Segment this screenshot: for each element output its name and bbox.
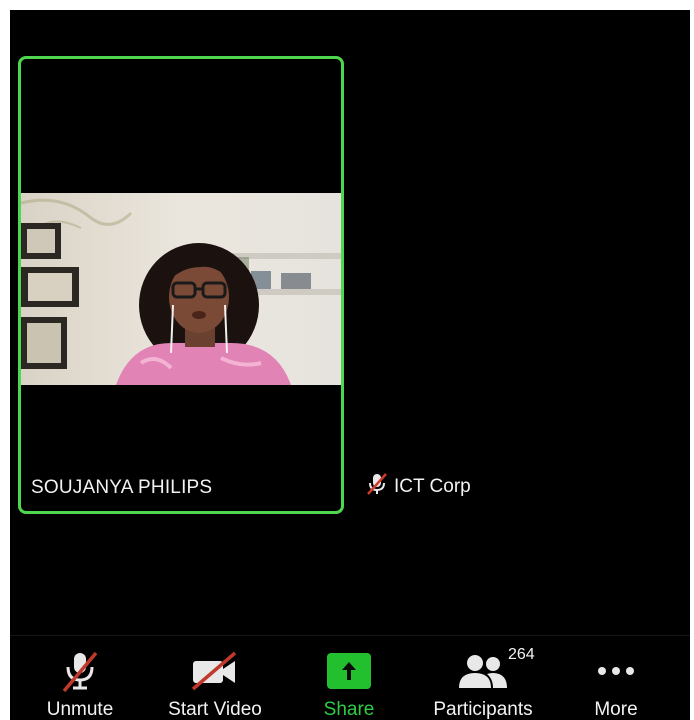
meeting-screen: SOUJANYA PHILIPS ICT Corp Unmute Start V…: [10, 10, 690, 720]
participant-video-feed: [21, 193, 341, 385]
unmute-label: Unmute: [46, 699, 114, 720]
start-video-button[interactable]: Start Video: [160, 636, 270, 720]
mic-muted-icon: [366, 472, 394, 502]
participant-tile[interactable]: ICT Corp: [358, 56, 678, 514]
participant-name-label: ICT Corp: [394, 476, 471, 497]
participants-icon: [451, 646, 515, 696]
share-label: Share: [323, 699, 375, 720]
start-video-label: Start Video: [168, 699, 262, 720]
share-button[interactable]: Share: [316, 636, 382, 720]
meeting-toolbar: Unmute Start Video Share 264 Participant…: [10, 635, 690, 720]
participant-name-row: ICT Corp: [366, 472, 471, 502]
share-arrow-icon: [327, 653, 371, 689]
participants-label: Participants: [433, 699, 533, 720]
unmute-button[interactable]: Unmute: [40, 636, 120, 720]
share-icon-wrap: [317, 646, 381, 696]
video-off-icon: [183, 646, 247, 696]
participants-button[interactable]: 264 Participants: [418, 636, 548, 720]
more-label: More: [594, 699, 638, 720]
more-dots-icon: [584, 646, 648, 696]
participant-name-label: SOUJANYA PHILIPS: [31, 477, 213, 498]
participants-count-badge: 264: [508, 646, 535, 663]
mic-off-icon: [48, 646, 112, 696]
more-button[interactable]: More: [584, 636, 648, 720]
video-frame-image: [21, 193, 341, 385]
active-speaker-tile[interactable]: SOUJANYA PHILIPS: [18, 56, 344, 514]
